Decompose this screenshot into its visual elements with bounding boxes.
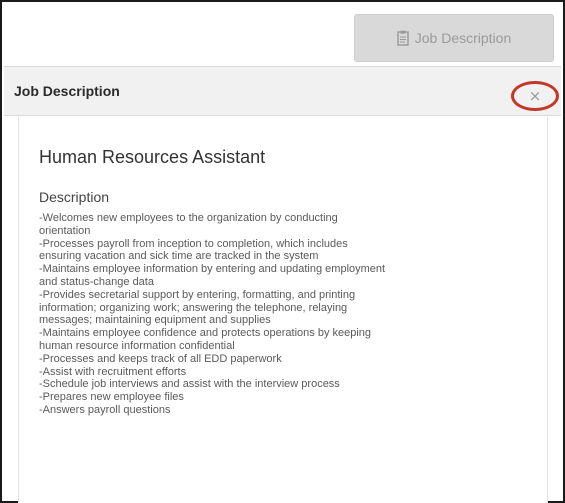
job-description-button-label: Job Description — [414, 30, 512, 46]
description-line: -Answers payroll questions — [39, 403, 171, 416]
description-line: orientation — [39, 224, 91, 237]
description-line: -Maintains employee information by enter… — [39, 263, 386, 276]
description-line: -Schedule job interviews and assist with… — [39, 378, 340, 391]
job-title: Human Resources Assistant — [39, 147, 266, 167]
document-clipboard-icon — [397, 30, 409, 46]
job-description-button[interactable]: Job Description — [354, 14, 554, 62]
description-list: -Welcomes new employees to the organizat… — [39, 212, 539, 417]
panel-body: Human Resources Assistant Description -W… — [4, 117, 561, 503]
description-line: human resource information confidential — [39, 339, 235, 352]
panel-title: Job Description — [14, 83, 120, 99]
description-line: -Provides secretarial support by enterin… — [39, 288, 356, 301]
top-toolbar: Job Description — [4, 4, 561, 66]
description-line: -Maintains employee confidence and prote… — [39, 327, 372, 340]
description-line: -Assist with recruitment efforts — [39, 365, 187, 378]
description-line: -Processes and keeps track of all EDD pa… — [39, 352, 282, 365]
description-line: and status-change data — [39, 275, 154, 288]
job-content: Human Resources Assistant Description -W… — [18, 117, 548, 503]
job-description-window: Job Description Job Description × Human … — [0, 0, 565, 503]
close-icon[interactable]: × — [529, 88, 542, 104]
description-line: information; organizing work; answering … — [39, 301, 348, 314]
close-button[interactable]: × — [511, 81, 559, 111]
description-line: messages; maintaining equipment and supp… — [39, 314, 271, 327]
panel-header: Job Description × — [4, 66, 561, 116]
description-heading: Description — [39, 189, 110, 205]
description-line: -Prepares new employee files — [39, 391, 184, 404]
description-line: -Welcomes new employees to the organizat… — [39, 212, 338, 224]
description-line: -Processes payroll from inception to com… — [39, 237, 348, 250]
description-line: ensuring vacation and sick time are trac… — [39, 250, 319, 263]
